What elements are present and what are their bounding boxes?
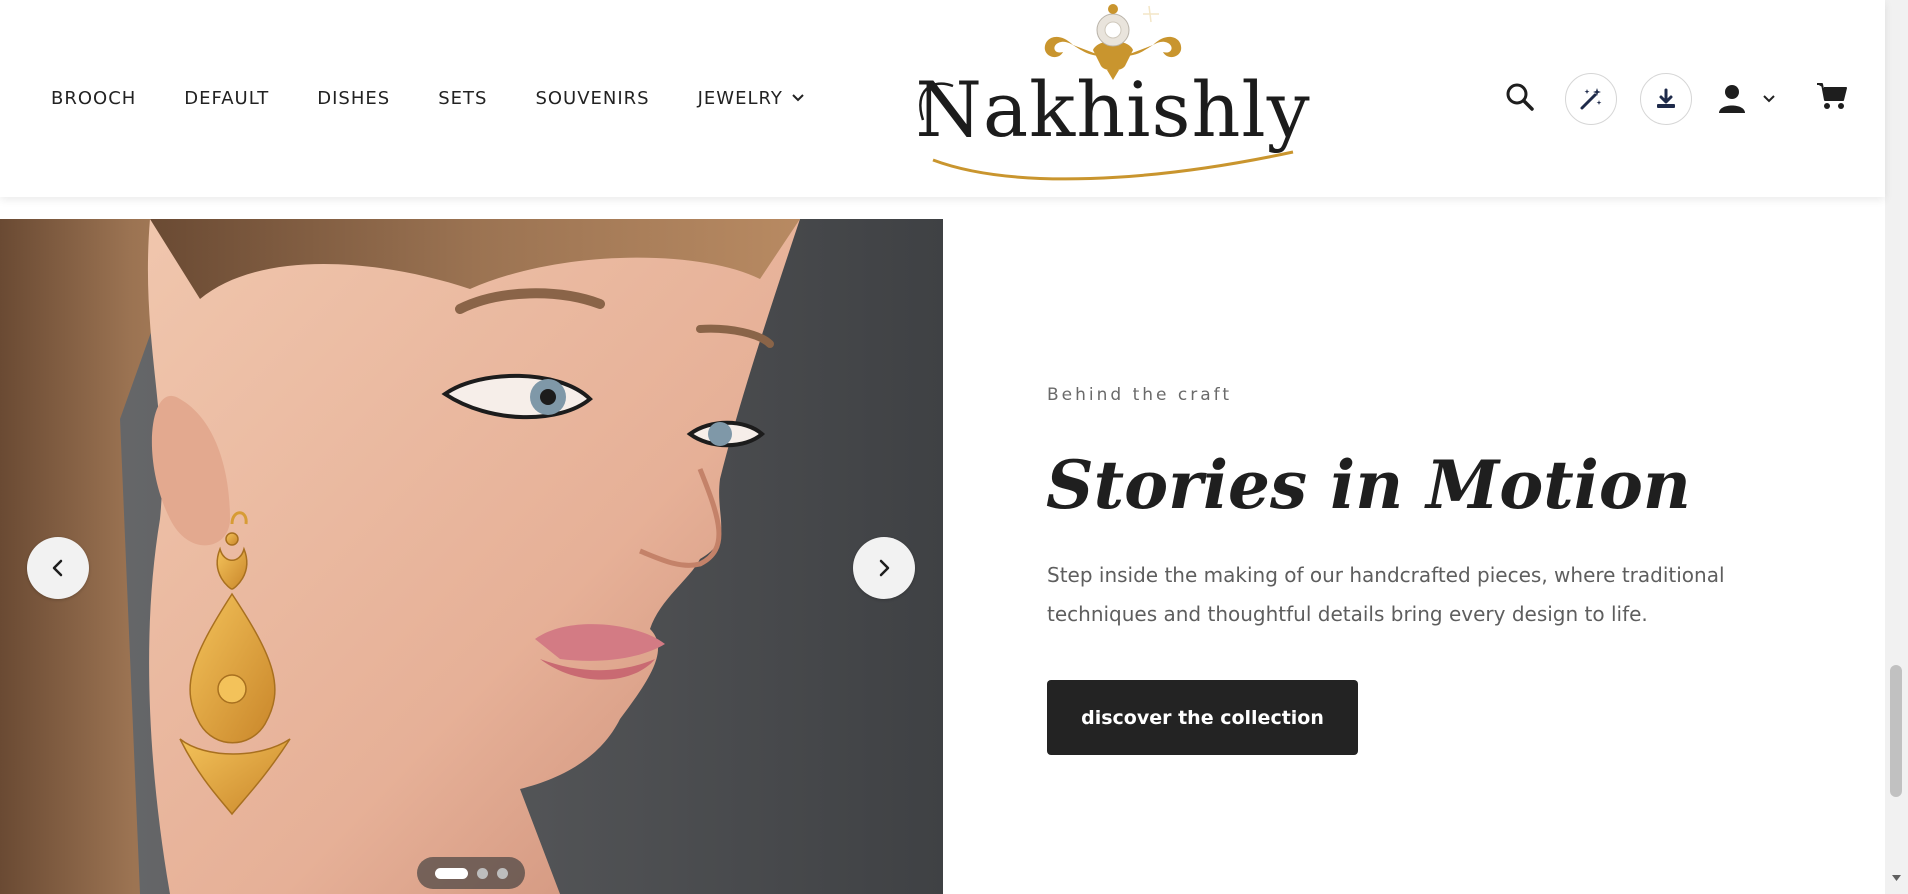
download-button[interactable] [1640, 73, 1692, 125]
nav-item-label: SETS [438, 87, 488, 109]
chevron-down-icon [791, 93, 805, 103]
carousel-dot[interactable] [496, 867, 508, 879]
main-nav: BROOCH DEFAULT DISHES SETS SOUVENIRS JEW… [51, 84, 853, 112]
ai-assist-button[interactable] [1565, 73, 1617, 125]
section-description: Step inside the making of our handcrafte… [1047, 563, 1725, 626]
nav-item-default[interactable]: DEFAULT [184, 84, 269, 112]
nav-item-label: DISHES [317, 87, 391, 109]
discover-collection-button[interactable]: discover the collection [1047, 680, 1358, 755]
cart-button[interactable] [1808, 72, 1856, 120]
page-scrollbar[interactable] [1885, 0, 1908, 894]
search-icon [1506, 83, 1534, 111]
nav-item-label: JEWELRY [697, 87, 783, 109]
brand-logo[interactable]: Nakhishly [893, 0, 1333, 187]
nav-item-jewelry[interactable]: JEWELRY [698, 84, 805, 112]
nav-item-brooch[interactable]: BROOCH [51, 84, 136, 112]
scroll-down-arrow-icon[interactable] [1891, 874, 1902, 882]
section-title: Stories in Motion [1046, 446, 1691, 524]
scrollbar-thumb[interactable] [1890, 665, 1902, 797]
section-eyebrow: Behind the craft [1047, 385, 1232, 405]
nav-item-sets[interactable]: SETS [438, 84, 487, 112]
carousel-dot[interactable] [434, 867, 468, 879]
account-menu-button[interactable] [1718, 76, 1776, 122]
magic-wand-icon [1580, 88, 1602, 110]
cart-icon [1817, 83, 1847, 109]
logo-wordmark: Nakhishly [915, 65, 1311, 154]
user-icon [1719, 85, 1745, 113]
nav-item-dishes[interactable]: DISHES [317, 84, 390, 112]
search-button[interactable] [1497, 74, 1543, 120]
download-icon [1657, 88, 1675, 108]
carousel-dot[interactable] [476, 867, 488, 879]
chevron-left-icon [52, 559, 63, 577]
carousel-prev-button[interactable] [27, 537, 89, 599]
nav-item-souvenirs[interactable]: SOUVENIRS [535, 84, 649, 112]
chevron-down-icon [1763, 95, 1775, 103]
chevron-right-icon [879, 559, 890, 577]
site-header: BROOCH DEFAULT DISHES SETS SOUVENIRS JEW… [0, 0, 1885, 197]
nav-item-label: SOUVENIRS [535, 87, 650, 109]
hero-carousel [0, 219, 943, 894]
model-earring-photo [0, 219, 943, 894]
nav-item-label: DEFAULT [184, 87, 270, 109]
carousel-pagination [417, 857, 525, 889]
carousel-next-button[interactable] [853, 537, 915, 599]
nav-item-label: BROOCH [51, 87, 137, 109]
